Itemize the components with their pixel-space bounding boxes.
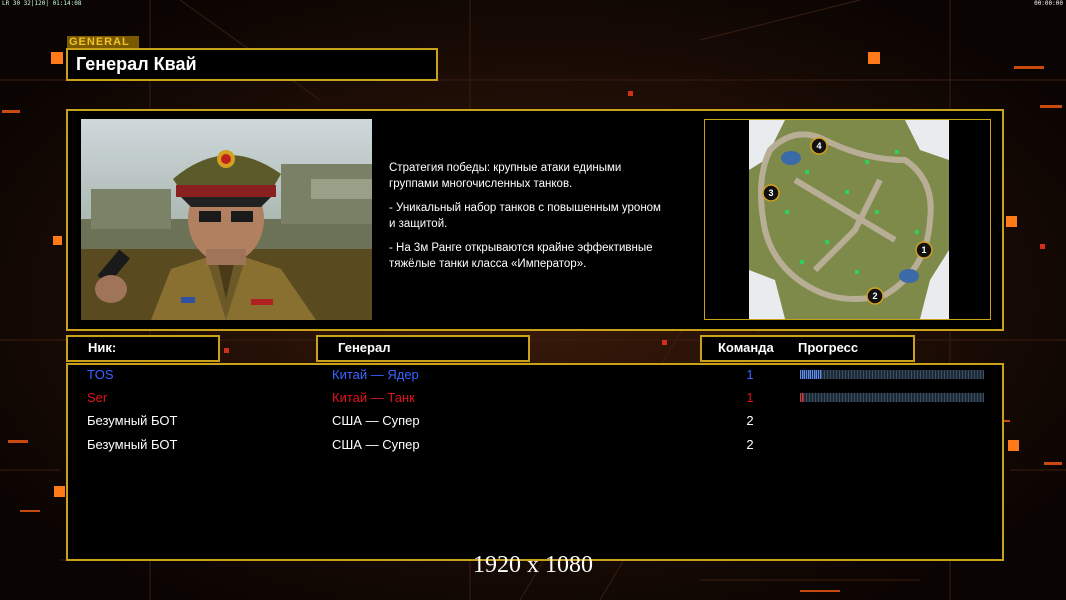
general-info-panel: Стратегия победы: крупные атаки едиными … <box>66 109 1004 331</box>
column-header-team-progress[interactable]: Команда Прогресс <box>700 335 915 362</box>
description-line: - Уникальный набор танков с повышенным у… <box>389 202 661 230</box>
general-portrait <box>81 119 372 320</box>
player-row[interactable]: Безумный БОТ США — Супер 2 <box>68 411 1002 431</box>
player-general: США — Супер <box>332 413 420 428</box>
player-general: Китай — Танк <box>332 390 415 405</box>
player-team: 2 <box>746 413 754 428</box>
map-position-label: 1 <box>921 245 926 255</box>
player-team: 1 <box>746 390 754 405</box>
description-line: - На 3м Ранге открываются крайне эффекти… <box>389 242 653 270</box>
resolution-label: 1920 x 1080 <box>473 552 593 578</box>
column-header-label: Ник: <box>88 340 117 355</box>
map-position-label: 4 <box>816 141 821 151</box>
player-general: Китай — Ядер <box>332 367 419 382</box>
player-list: TOS Китай — Ядер 1 Ser Китай — Танк 1 Бе… <box>66 363 1004 561</box>
general-tag: GENERAL <box>67 36 139 48</box>
player-nick: Безумный БОТ <box>87 437 178 452</box>
map-preview[interactable]: 1 2 3 4 <box>704 119 991 320</box>
column-header-nick[interactable]: Ник: <box>66 335 220 362</box>
column-header-general[interactable]: Генерал <box>316 335 530 362</box>
player-nick: Безумный БОТ <box>87 413 178 428</box>
description-line: Стратегия победы: крупные атаки едиными … <box>389 162 622 190</box>
player-general: США — Супер <box>332 437 420 452</box>
general-name: Генерал Квай <box>76 54 197 74</box>
player-progress-bar <box>800 370 984 379</box>
hud-status: LR 30 32|120| 01:14:08 <box>2 0 82 7</box>
player-nick: TOS <box>87 367 114 382</box>
player-row[interactable]: Ser Китай — Танк 1 <box>68 388 1002 408</box>
player-row[interactable]: Безумный БОТ США — Супер 2 <box>68 435 1002 455</box>
column-header-team: Команда <box>718 340 774 355</box>
map-position-label: 3 <box>768 188 773 198</box>
column-header-progress: Прогресс <box>798 340 859 355</box>
strategy-description: Стратегия победы: крупные атаки едиными … <box>389 161 709 281</box>
map-position-label: 2 <box>872 291 877 301</box>
column-header-label: Генерал <box>338 340 391 355</box>
player-progress-bar <box>800 393 984 402</box>
player-row[interactable]: TOS Китай — Ядер 1 <box>68 365 1002 385</box>
player-nick: Ser <box>87 390 108 405</box>
general-title-box: Генерал Квай <box>66 48 438 81</box>
player-team: 1 <box>746 367 754 382</box>
hud-clock: 00:00:00 <box>1034 0 1063 7</box>
progress-fill <box>800 393 804 402</box>
progress-fill <box>800 370 823 379</box>
player-team: 2 <box>746 437 754 452</box>
